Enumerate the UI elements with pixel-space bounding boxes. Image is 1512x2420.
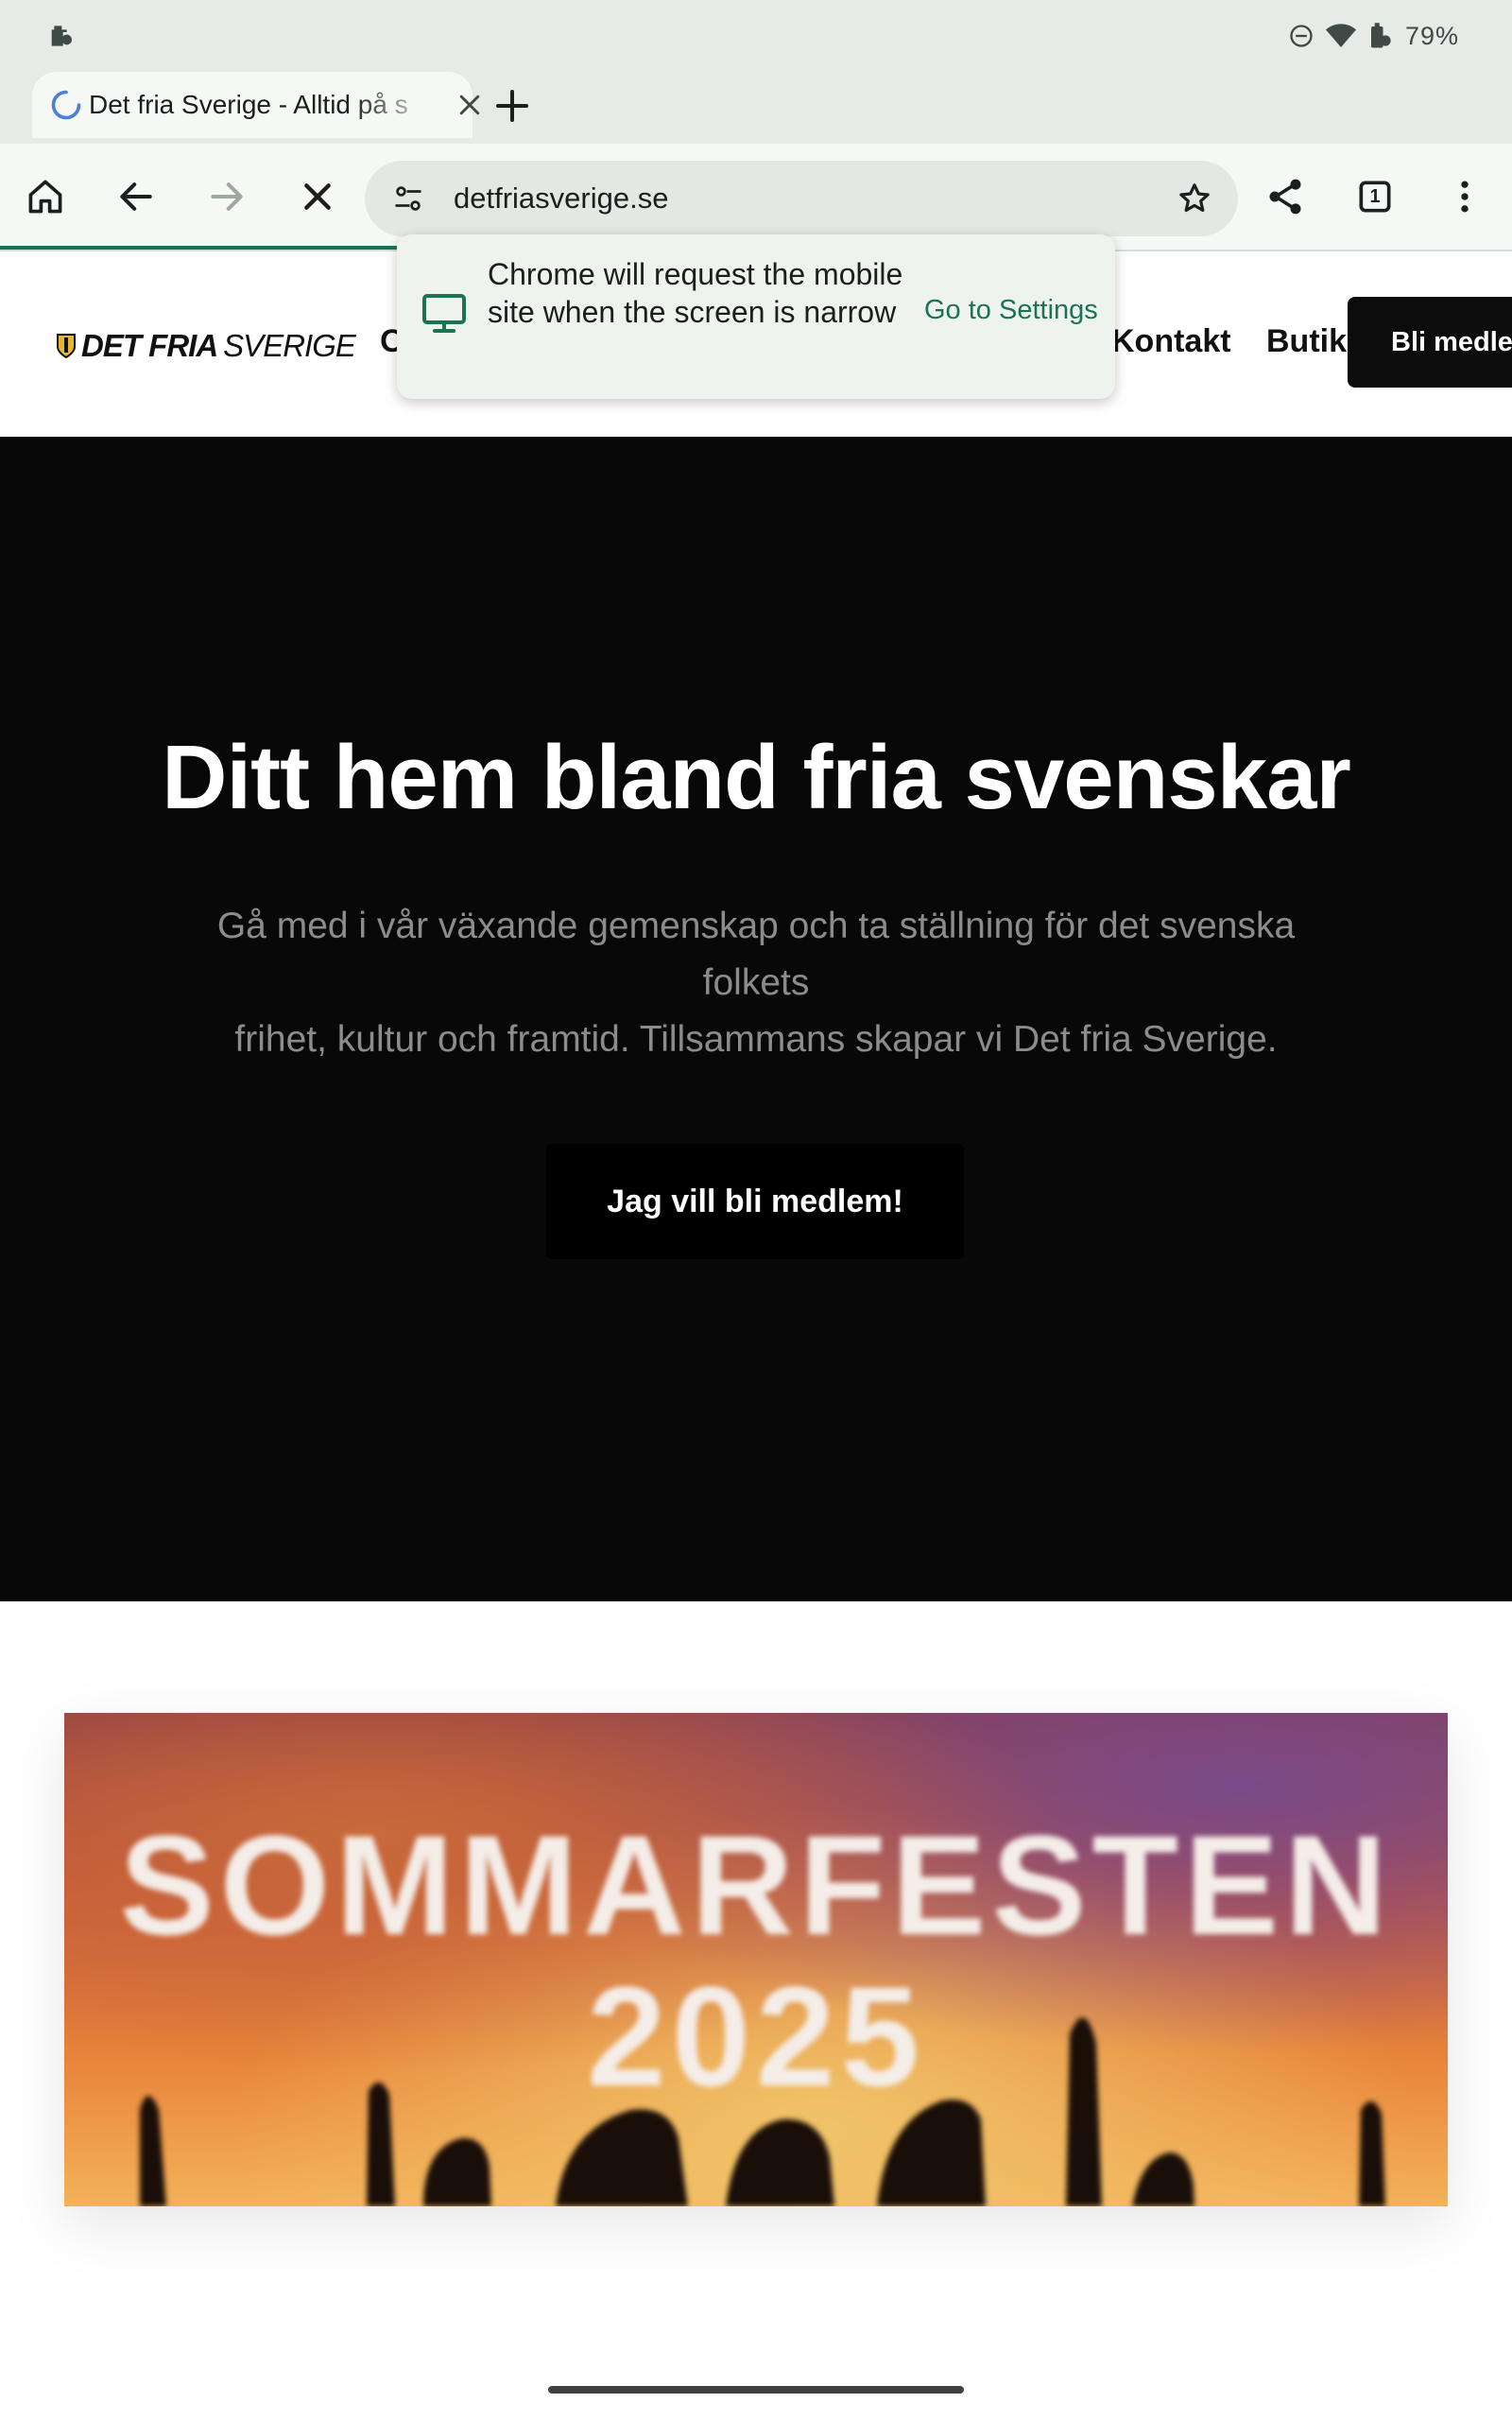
stop-loading-button[interactable]: [291, 170, 344, 223]
wifi-icon: [1325, 24, 1356, 47]
hero-section: Ditt hem bland fria svenskar Gå med i vå…: [0, 437, 1512, 1601]
back-arrow-icon: [120, 182, 152, 211]
new-tab-icon[interactable]: [493, 87, 531, 125]
work-profile-icon: [51, 26, 72, 46]
popup-message: Chrome will request the mobile site when…: [488, 257, 903, 329]
desktop-monitor-icon: [422, 294, 466, 333]
close-tab-icon[interactable]: [455, 91, 484, 119]
shield-logo-icon: [57, 334, 76, 358]
site-logo[interactable]: DET FRIA SVERIGE: [57, 327, 356, 365]
hero-subtitle-line-2: frihet, kultur och framtid. Tillsammans …: [234, 1019, 1278, 1060]
do-not-disturb-icon: [1290, 25, 1313, 47]
site-settings-icon[interactable]: [391, 182, 425, 216]
loading-spinner-icon: [51, 90, 81, 120]
hero-subtitle-line-1: Gå med i vår växande gemenskap och ta st…: [216, 906, 1296, 1003]
nav-link-kontakt[interactable]: Kontakt: [1111, 323, 1231, 360]
forward-button[interactable]: [200, 170, 253, 223]
share-icon: [1269, 179, 1301, 215]
gesture-navigation-bar[interactable]: [548, 2386, 964, 2394]
battery-percent: 79%: [1404, 21, 1459, 50]
logo-text-bold: DET FRIA: [81, 328, 218, 363]
address-bar[interactable]: detfriasverige.se: [365, 161, 1238, 236]
url-text[interactable]: detfriasverige.se: [454, 180, 668, 217]
more-vert-icon: [1461, 181, 1469, 213]
mobile-site-popup: Chrome will request the mobile site when…: [397, 234, 1115, 399]
status-icons: 79%: [1288, 17, 1459, 55]
forward-arrow-icon: [211, 182, 243, 211]
hero-title: Ditt hem bland fria svenskar: [162, 727, 1351, 828]
become-member-button[interactable]: Jag vill bli medlem!: [546, 1144, 964, 1259]
hero-subtitle: Gå med i vår växande gemenskap och ta st…: [189, 898, 1323, 1068]
tab-switcher-button[interactable]: 1: [1349, 170, 1401, 223]
nav-link-butik[interactable]: Butik: [1266, 323, 1347, 360]
tab-count: 1: [1369, 186, 1381, 207]
logo-text-light: SVERIGE: [223, 328, 356, 363]
tab-title: Det fria Sverige - Alltid på s: [89, 90, 408, 119]
battery-icon: [1370, 23, 1391, 48]
active-tab[interactable]: Det fria Sverige - Alltid på s: [32, 72, 480, 138]
menu-button[interactable]: [1438, 170, 1491, 223]
crowd-silhouette-image: [140, 2017, 1385, 2206]
share-button[interactable]: [1259, 170, 1312, 223]
go-to-settings-link[interactable]: Go to Settings: [924, 295, 1098, 326]
home-button[interactable]: [19, 170, 72, 223]
back-button[interactable]: [110, 170, 163, 223]
join-member-nav-button[interactable]: Bli medle: [1348, 297, 1512, 388]
home-icon: [28, 180, 62, 214]
bookmark-star-icon[interactable]: [1176, 180, 1213, 217]
sommarfesten-banner[interactable]: SOMMARFESTEN 2025: [64, 1713, 1448, 2206]
status-bar: 79%: [0, 0, 1512, 72]
tab-strip: Det fria Sverige - Alltid på s: [0, 72, 1512, 144]
stop-x-icon: [304, 183, 331, 210]
